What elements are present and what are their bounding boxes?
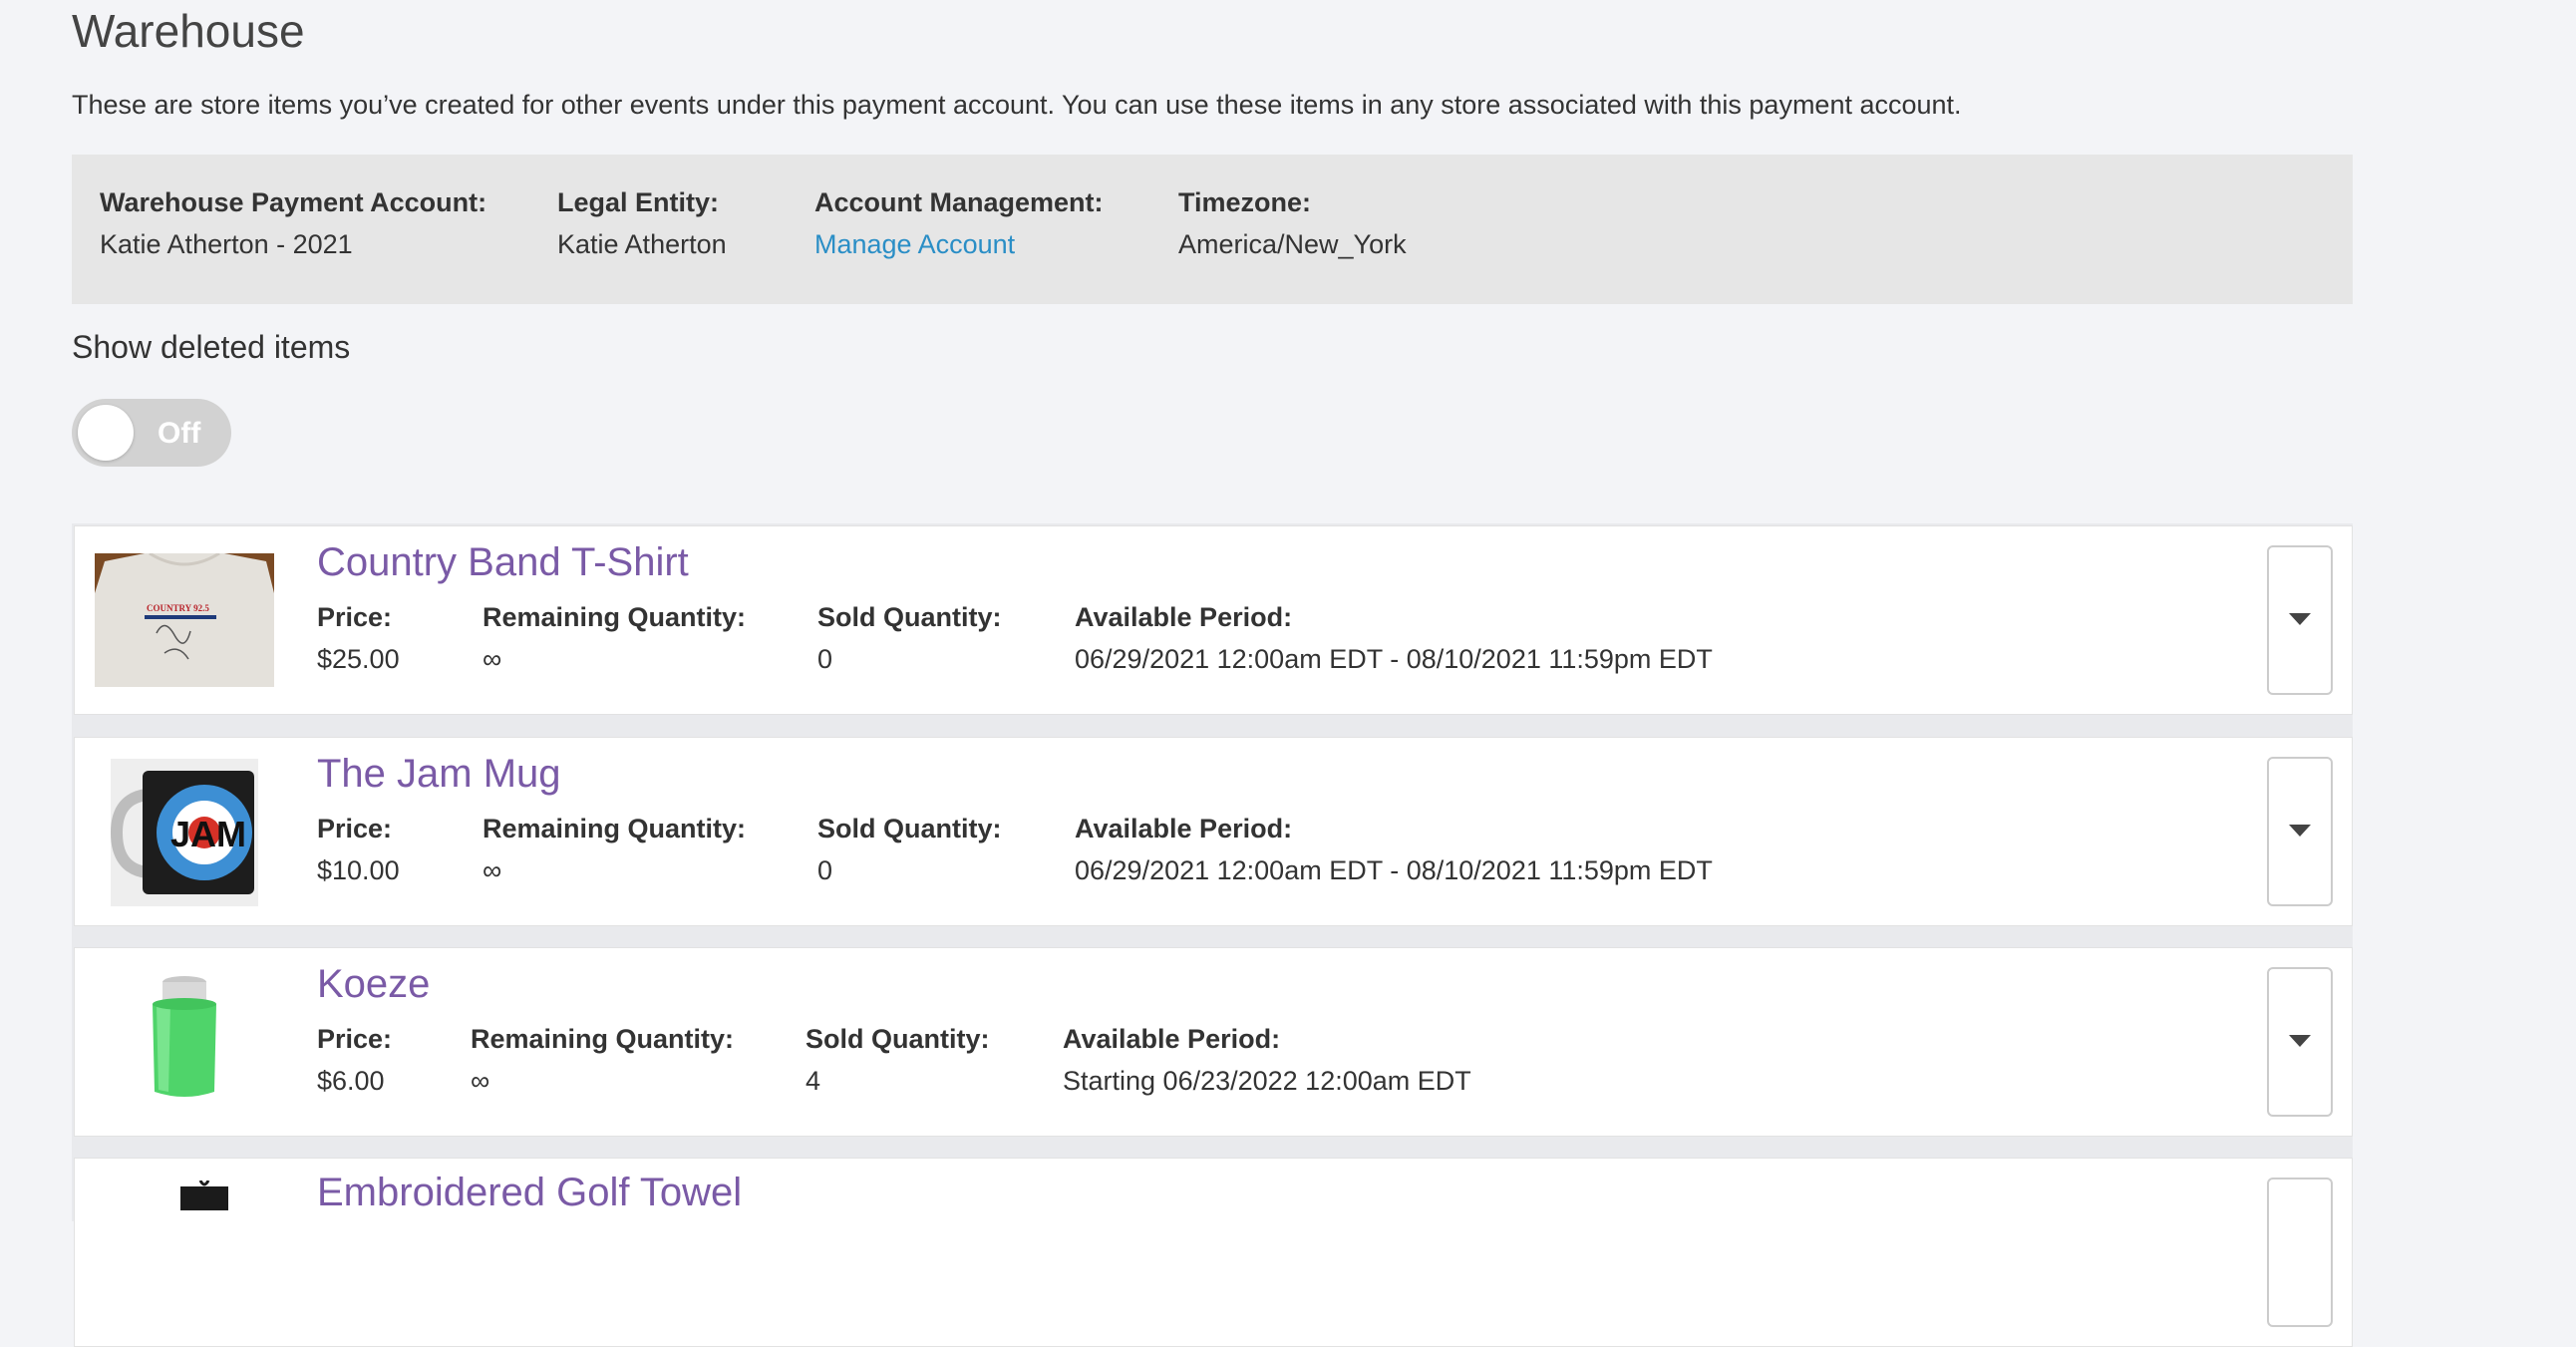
item-card-country-band-tshirt: COUNTRY 92.5 Country Band T-Shirt Price:… bbox=[74, 525, 2353, 715]
sold-quantity-field: Sold Quantity: 4 bbox=[805, 1018, 990, 1102]
available-period-field: Available Period: 06/29/2021 12:00am EDT… bbox=[1075, 596, 1713, 680]
item-title[interactable]: Embroidered Golf Towel bbox=[317, 1171, 742, 1215]
sold-quantity-field: Sold Quantity: 0 bbox=[817, 808, 1002, 891]
available-period-value: 06/29/2021 12:00am EDT - 08/10/2021 11:5… bbox=[1075, 644, 1713, 674]
remaining-quantity-field: Remaining Quantity: ∞ bbox=[483, 808, 746, 891]
toggle-knob bbox=[78, 405, 134, 461]
available-period-label: Available Period: bbox=[1075, 814, 1293, 843]
available-period-field: Available Period: Starting 06/23/2022 12… bbox=[1063, 1018, 1471, 1102]
item-title[interactable]: The Jam Mug bbox=[317, 752, 561, 797]
timezone-label: Timezone: bbox=[1178, 187, 1312, 217]
price-value: $25.00 bbox=[317, 644, 400, 674]
caret-down-icon bbox=[2289, 1035, 2311, 1047]
sold-quantity-label: Sold Quantity: bbox=[817, 602, 1002, 632]
item-actions-dropdown-button[interactable] bbox=[2267, 1178, 2333, 1327]
price-value: $6.00 bbox=[317, 1066, 385, 1096]
timezone-group: Timezone: America/New_York bbox=[1178, 181, 1407, 265]
account-info-panel: Warehouse Payment Account: Katie Atherto… bbox=[72, 155, 2353, 304]
remaining-quantity-label: Remaining Quantity: bbox=[471, 1024, 735, 1054]
koozie-thumbnail bbox=[135, 968, 234, 1118]
sold-quantity-field: Sold Quantity: 0 bbox=[817, 596, 1002, 680]
item-card-koeze: Koeze Price: $6.00 Remaining Quantity: ∞… bbox=[74, 947, 2353, 1137]
item-title[interactable]: Koeze bbox=[317, 962, 430, 1007]
available-period-value: Starting 06/23/2022 12:00am EDT bbox=[1063, 1066, 1471, 1096]
mug-thumbnail: JAM bbox=[111, 759, 258, 906]
price-field: Price: $6.00 bbox=[317, 1018, 392, 1102]
remaining-quantity-value: ∞ bbox=[471, 1066, 490, 1096]
remaining-quantity-field: Remaining Quantity: ∞ bbox=[471, 1018, 734, 1102]
price-label: Price: bbox=[317, 814, 393, 843]
remaining-quantity-label: Remaining Quantity: bbox=[483, 602, 747, 632]
account-management-label: Account Management: bbox=[814, 187, 1104, 217]
legal-entity-value: Katie Atherton bbox=[557, 229, 727, 259]
price-label: Price: bbox=[317, 1024, 393, 1054]
account-management-group: Account Management: Manage Account bbox=[814, 181, 1104, 265]
sold-quantity-value: 0 bbox=[817, 644, 833, 674]
available-period-label: Available Period: bbox=[1063, 1024, 1281, 1054]
show-deleted-toggle[interactable]: Off bbox=[72, 399, 231, 467]
payment-account-group: Warehouse Payment Account: Katie Atherto… bbox=[100, 181, 486, 265]
item-title[interactable]: Country Band T-Shirt bbox=[317, 540, 689, 585]
sold-quantity-value: 0 bbox=[817, 855, 833, 885]
item-actions-dropdown-button[interactable] bbox=[2267, 757, 2333, 906]
available-period-label: Available Period: bbox=[1075, 602, 1293, 632]
remaining-quantity-value: ∞ bbox=[483, 644, 502, 674]
price-value: $10.00 bbox=[317, 855, 400, 885]
page-title: Warehouse bbox=[72, 5, 305, 57]
sold-quantity-label: Sold Quantity: bbox=[817, 814, 1002, 843]
item-actions-dropdown-button[interactable] bbox=[2267, 545, 2333, 695]
svg-text:COUNTRY 92.5: COUNTRY 92.5 bbox=[147, 603, 209, 613]
timezone-value: America/New_York bbox=[1178, 229, 1407, 259]
svg-text:JAM: JAM bbox=[170, 814, 246, 854]
remaining-quantity-label: Remaining Quantity: bbox=[483, 814, 747, 843]
golf-towel-thumbnail bbox=[174, 1180, 234, 1210]
toggle-state-label: Off bbox=[158, 417, 201, 450]
item-card-the-jam-mug: JAM The Jam Mug Price: $10.00 Remaining … bbox=[74, 737, 2353, 926]
price-label: Price: bbox=[317, 602, 393, 632]
item-card-embroidered-golf-towel: Embroidered Golf Towel bbox=[74, 1158, 2353, 1347]
remaining-quantity-value: ∞ bbox=[483, 855, 502, 885]
payment-account-value: Katie Atherton - 2021 bbox=[100, 229, 353, 259]
available-period-field: Available Period: 06/29/2021 12:00am EDT… bbox=[1075, 808, 1713, 891]
caret-down-icon bbox=[2289, 613, 2311, 625]
legal-entity-label: Legal Entity: bbox=[557, 187, 720, 217]
caret-down-icon bbox=[2289, 825, 2311, 837]
show-deleted-label: Show deleted items bbox=[72, 329, 351, 365]
available-period-value: 06/29/2021 12:00am EDT - 08/10/2021 11:5… bbox=[1075, 855, 1713, 885]
item-actions-dropdown-button[interactable] bbox=[2267, 967, 2333, 1117]
remaining-quantity-field: Remaining Quantity: ∞ bbox=[483, 596, 746, 680]
manage-account-link[interactable]: Manage Account bbox=[814, 223, 1104, 265]
sold-quantity-label: Sold Quantity: bbox=[805, 1024, 990, 1054]
price-field: Price: $25.00 bbox=[317, 596, 400, 680]
page-description: These are store items you’ve created for… bbox=[72, 90, 1962, 120]
tshirt-thumbnail: COUNTRY 92.5 bbox=[95, 553, 274, 687]
price-field: Price: $10.00 bbox=[317, 808, 400, 891]
sold-quantity-value: 4 bbox=[805, 1066, 821, 1096]
payment-account-label: Warehouse Payment Account: bbox=[100, 187, 487, 217]
legal-entity-group: Legal Entity: Katie Atherton bbox=[557, 181, 727, 265]
